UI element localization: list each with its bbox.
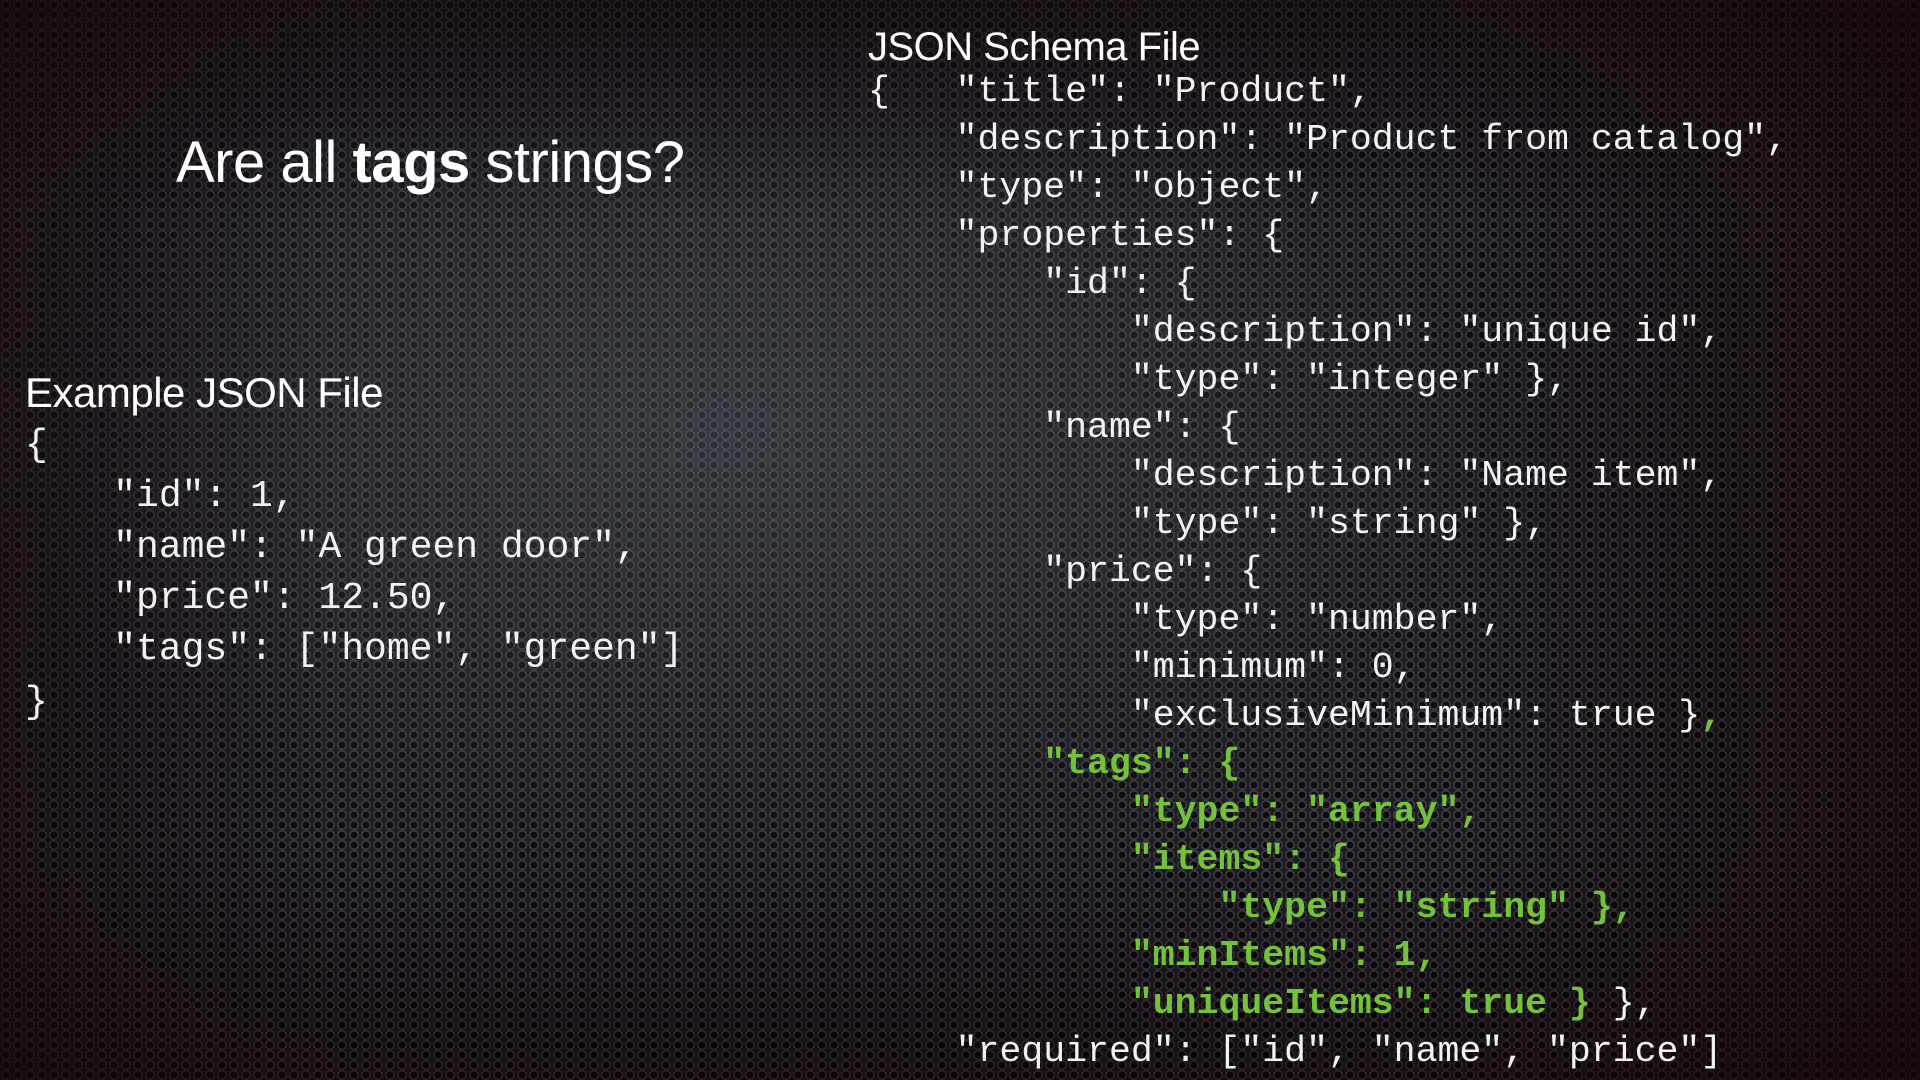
schema-code-line: "price": { [868,548,1262,596]
schema-code-text: "minimum": 0, [868,647,1416,688]
schema-code-text: "type": "number", [868,599,1504,640]
schema-code-line-highlighted: "minItems": 1, [868,932,1438,980]
slide-question: Are all tags strings? [176,128,685,198]
example-json-heading: Example JSON File [25,369,383,416]
question-prefix: Are all [176,130,353,195]
schema-code-text: "price": { [868,551,1263,592]
schema-code-line: "type": "object", [868,164,1328,212]
schema-code-text: "type": "object", [868,167,1328,208]
schema-code-line-highlighted: "uniqueItems": true } }, [868,980,1657,1028]
schema-code-line: "description": "Product from catalog", [868,116,1788,164]
schema-code-line: "minimum": 0, [868,644,1416,692]
schema-code-line: "type": "string" }, [868,500,1547,548]
schema-code-line: "type": "number", [868,596,1503,644]
schema-code-line: "name": { [868,404,1240,452]
schema-code-line: "properties": { [868,212,1285,260]
schema-code-text: "description": "Name item", [868,455,1723,496]
question-emphasis: tags [352,130,471,195]
example-code-line: "tags": ["home", "green"] [22,628,684,671]
schema-code-text: "type": "string" }, [868,503,1548,544]
schema-code-line-highlighted: "type": "string" }, [868,884,1635,932]
schema-code-line: "required": ["id", "name", "price"] [868,1028,1723,1076]
example-code-line: "id": 1, [22,475,296,518]
schema-code-text: "name": { [868,407,1241,448]
schema-code-text: "properties": { [868,215,1285,256]
schema-code-text: "description": "Product from catalog", [868,119,1788,160]
schema-code-text: "type": "string" }, [868,887,1635,928]
schema-code-line: "exclusiveMinimum": true }, [868,692,1722,740]
json-schema-heading: JSON Schema File [868,25,1201,69]
schema-code-text: "exclusiveMinimum": true } [868,695,1701,736]
schema-code-text: "tags": { [868,743,1241,784]
schema-code-text: "minItems": 1, [868,935,1438,976]
example-code-line: "price": 12.50, [22,577,456,620]
schema-code-line: { "title": "Product", [868,68,1372,116]
question-suffix: strings? [469,130,685,195]
schema-code-text: { "title": "Product", [868,71,1372,112]
schema-code-text: "uniqueItems": true } [868,983,1591,1024]
schema-code-text: "type": "array", [868,791,1482,832]
schema-code-text: "id": { [868,263,1197,304]
schema-code-line-highlighted: "tags": { [868,740,1240,788]
schema-code-line-highlighted: "type": "array", [868,788,1481,836]
schema-code-text: "required": ["id", "name", "price"] [868,1031,1723,1072]
schema-code-tail: }, [1590,983,1657,1024]
example-code-line: } [25,681,48,724]
schema-code-text: "items": { [868,839,1350,880]
schema-code-line-highlighted: "items": { [868,836,1350,884]
example-code-line: "name": "A green door", [22,526,638,569]
schema-code-text: "description": "unique id", [868,311,1723,352]
schema-code-line: "description": "unique id", [868,308,1722,356]
example-code-line: { [25,424,48,467]
example-json-code: { "id": 1, "name": "A green door", "pric… [25,420,683,724]
schema-code-line: "description": "Name item", [868,452,1722,500]
schema-code-tail: , [1700,695,1723,736]
schema-code-line: "type": "integer" }, [868,356,1569,404]
schema-code-text: "type": "integer" }, [868,359,1569,400]
schema-code-line: "id": { [868,260,1197,308]
